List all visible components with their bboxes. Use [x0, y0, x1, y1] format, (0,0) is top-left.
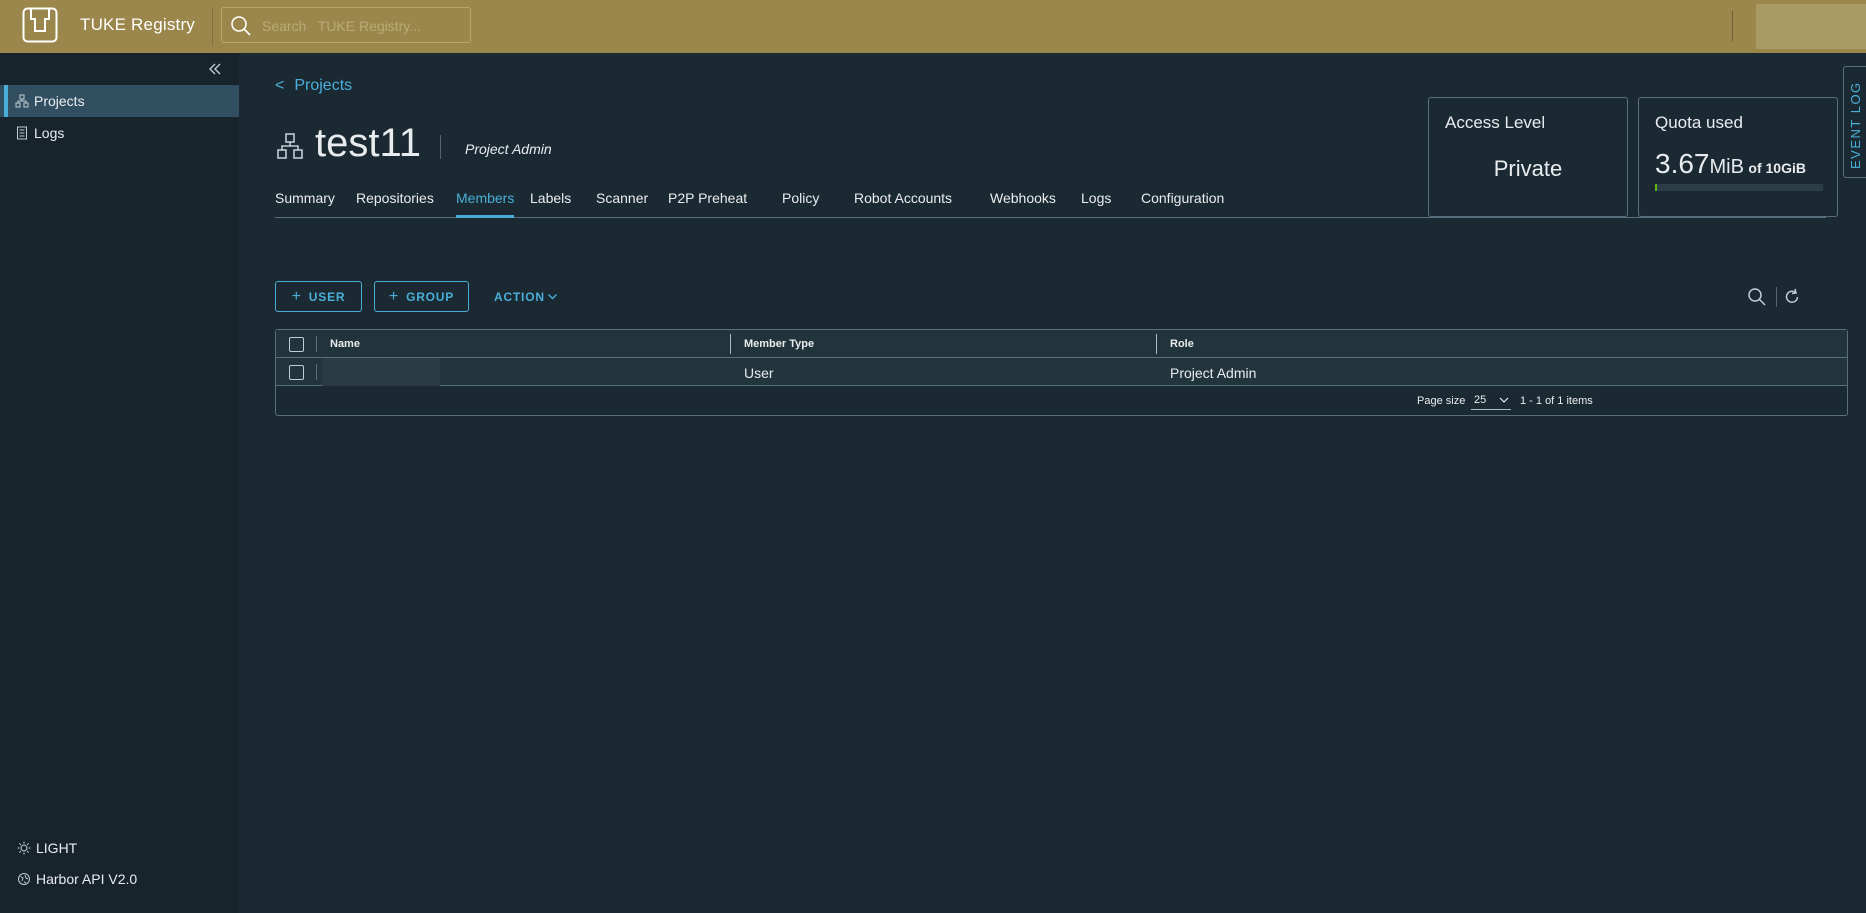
sidebar-item-label: Logs [34, 125, 65, 141]
page-size-label: Page size [1417, 395, 1466, 407]
add-user-label: USER [308, 289, 346, 304]
tab-repositories[interactable]: Repositories [356, 183, 434, 218]
quota-used-unit: MiB [1709, 156, 1744, 178]
tab-logs[interactable]: Logs [1081, 183, 1111, 218]
column-divider [316, 336, 317, 352]
refresh-icon[interactable] [1782, 287, 1802, 307]
quota-title: Quota used [1655, 113, 1743, 132]
header-right-divider [1732, 11, 1733, 41]
chevron-down-icon [547, 294, 557, 300]
tab-members[interactable]: Members [456, 183, 515, 218]
table-footer: Page size 25 1 - 1 of 1 items [276, 387, 1847, 415]
api-icon [18, 873, 30, 885]
tab-robot-accounts[interactable]: Robot Accounts [854, 183, 952, 218]
action-dropdown[interactable]: ACTION [494, 281, 558, 312]
event-log-tab[interactable]: EVENT LOG [1843, 66, 1866, 178]
add-group-button[interactable]: + GROUP [374, 281, 469, 312]
page-size-select[interactable]: 25 [1471, 390, 1511, 410]
tab-summary[interactable]: Summary [275, 183, 335, 218]
member-name-cell [322, 358, 440, 386]
tab-p2p-preheat[interactable]: P2P Preheat [668, 183, 747, 218]
row-checkbox[interactable] [289, 365, 304, 380]
event-log-label: EVENT LOG [1848, 81, 1863, 169]
tab-labels[interactable]: Labels [530, 183, 571, 218]
quota-total: of 10GiB [1748, 160, 1806, 176]
breadcrumb-projects[interactable]: < Projects [275, 77, 352, 95]
chevron-down-icon [1499, 397, 1509, 403]
plus-icon: + [388, 287, 400, 305]
column-resize-handle[interactable] [730, 334, 731, 354]
chevron-left-icon: < [275, 77, 285, 94]
search-icon [231, 16, 251, 36]
global-search[interactable] [221, 7, 471, 43]
logs-icon [17, 126, 27, 140]
collapse-sidebar-icon[interactable] [207, 61, 223, 77]
plus-icon: + [291, 287, 302, 305]
pagination-range: 1 - 1 of 1 items [1520, 395, 1593, 407]
title-divider [440, 135, 441, 159]
harbor-api-label: Harbor API V2.0 [36, 871, 138, 887]
add-user-button[interactable]: + USER [275, 281, 362, 312]
main-content: < Projects test11 Project Admin Access Le… [239, 53, 1866, 913]
harbor-logo-icon[interactable] [22, 7, 58, 43]
access-level-title: Access Level [1445, 113, 1546, 132]
breadcrumb-label: Projects [294, 77, 353, 94]
search-input[interactable] [260, 16, 460, 36]
project-role: Project Admin [465, 141, 552, 157]
app-header: TUKE Registry [0, 0, 1866, 53]
column-divider [316, 364, 317, 380]
quota-value: 3.67MiB of 10GiB [1655, 148, 1806, 180]
tab-scanner[interactable]: Scanner [596, 183, 648, 218]
add-group-label: GROUP [406, 289, 455, 304]
header-divider [212, 7, 213, 45]
sidebar-item-logs[interactable]: Logs [0, 117, 239, 149]
page-title: test11 [315, 121, 421, 165]
theme-toggle[interactable]: LIGHT [0, 837, 239, 859]
member-role-cell: Project Admin [1170, 365, 1257, 381]
access-level-value: Private [1493, 156, 1563, 181]
table-header: Name Member Type Role [276, 330, 1847, 358]
sidebar: Projects Logs LIGHT Harbor API V2.0 [0, 53, 239, 913]
sidebar-item-projects[interactable]: Projects [0, 85, 239, 117]
column-header-role[interactable]: Role [1170, 338, 1194, 350]
project-icon [277, 133, 303, 159]
column-header-member-type[interactable]: Member Type [744, 338, 814, 350]
members-table: Name Member Type Role User Project Admin… [275, 329, 1848, 416]
toolbar-divider [1776, 287, 1777, 307]
action-label: ACTION [494, 289, 545, 304]
search-icon[interactable] [1747, 287, 1767, 307]
theme-toggle-label: LIGHT [36, 840, 78, 856]
table-row[interactable]: User Project Admin [276, 358, 1847, 386]
app-brand-name[interactable]: TUKE Registry [80, 15, 195, 35]
sidebar-item-label: Projects [34, 93, 85, 109]
user-menu[interactable] [1756, 4, 1866, 49]
select-all-checkbox[interactable] [289, 337, 304, 352]
harbor-api-link[interactable]: Harbor API V2.0 [0, 868, 239, 890]
page-size-value: 25 [1474, 394, 1487, 406]
projects-icon [15, 94, 29, 108]
sun-icon [17, 841, 31, 855]
column-resize-handle[interactable] [1156, 334, 1157, 354]
tab-policy[interactable]: Policy [782, 183, 819, 218]
quota-used-number: 3.67 [1655, 148, 1710, 179]
project-tabs: Summary Repositories Members Labels Scan… [275, 183, 1826, 218]
member-type-cell: User [744, 365, 774, 381]
tab-configuration[interactable]: Configuration [1141, 183, 1224, 218]
column-header-name[interactable]: Name [330, 338, 360, 350]
tab-webhooks[interactable]: Webhooks [990, 183, 1056, 218]
